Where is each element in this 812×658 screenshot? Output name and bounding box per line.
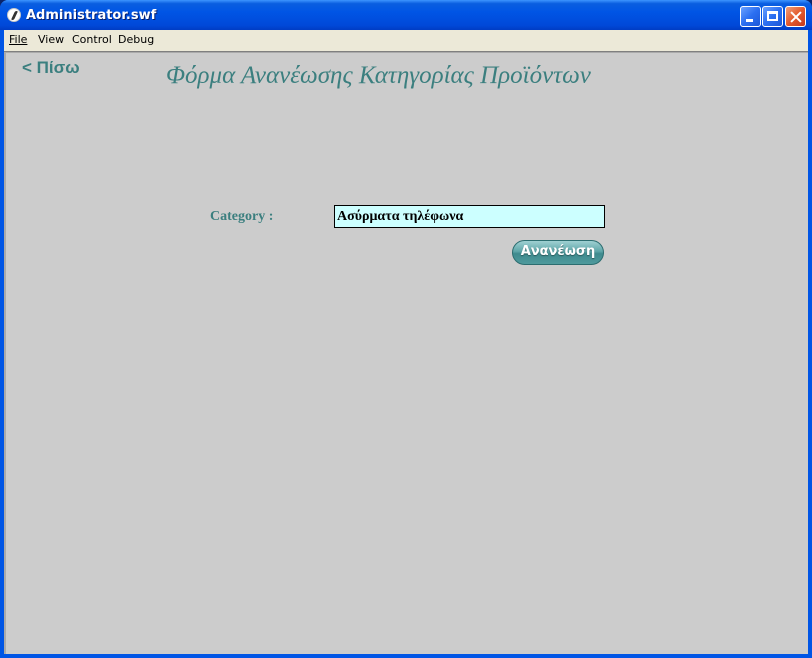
flash-player-icon	[7, 8, 21, 22]
minimize-button[interactable]	[740, 6, 761, 27]
menu-view[interactable]: View	[38, 33, 64, 46]
maximize-button[interactable]	[762, 6, 783, 27]
back-link[interactable]: < Πίσω	[22, 58, 80, 78]
category-label: Category :	[210, 209, 274, 224]
category-input[interactable]	[334, 205, 605, 228]
app-window: Administrator.swf File View Control Debu…	[0, 0, 812, 658]
menu-debug-label: Debug	[118, 33, 155, 46]
update-button[interactable]: Ανανέωση	[512, 240, 604, 265]
close-button[interactable]	[785, 6, 806, 27]
menu-bar: File View Control Debug	[4, 30, 808, 49]
page-title: Φόρμα Ανανέωσης Κατηγορίας Προϊόντων	[166, 62, 591, 89]
title-bar[interactable]: Administrator.swf	[0, 0, 812, 30]
menu-view-label: View	[38, 33, 65, 46]
menu-control-label: Control	[72, 33, 112, 46]
flash-stage	[4, 52, 808, 654]
menu-file[interactable]: File	[9, 33, 27, 46]
window-title: Administrator.swf	[26, 8, 157, 23]
menu-file-label: File	[9, 33, 28, 46]
menu-debug[interactable]: Debug	[118, 33, 154, 46]
menu-control[interactable]: Control	[72, 33, 112, 46]
